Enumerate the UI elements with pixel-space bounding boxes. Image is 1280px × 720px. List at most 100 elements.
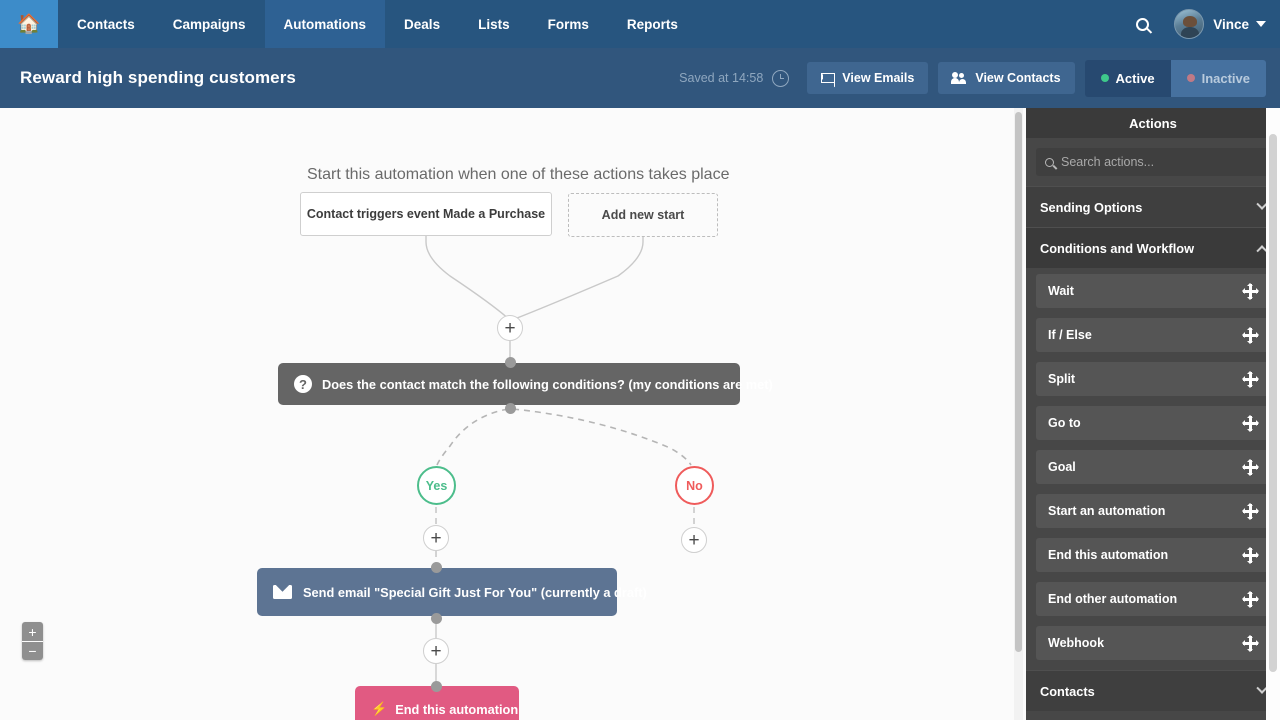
automation-header: Reward high spending customers Saved at … (0, 48, 1280, 108)
add-step-button-no[interactable]: + (681, 527, 707, 553)
question-mark-icon: ? (294, 375, 312, 393)
branch-yes-label: Yes (426, 479, 448, 493)
active-label: Active (1116, 71, 1155, 86)
trigger-node-purchase-label: Contact triggers event Made a Purchase (307, 207, 545, 221)
nav-item-deals[interactable]: Deals (385, 0, 459, 48)
actions-sidebar: Actions Search actions... Sending Option… (1026, 108, 1280, 720)
home-icon: 🏠 (17, 15, 41, 34)
nav-right-group: Vince (1122, 0, 1280, 48)
drag-handle-icon[interactable] (1243, 548, 1258, 563)
action-item-goal[interactable]: Goal (1036, 450, 1270, 484)
add-step-button-main[interactable]: + (497, 315, 523, 341)
action-item-split[interactable]: Split (1036, 362, 1270, 396)
view-emails-label: View Emails (842, 71, 914, 85)
trigger-node-purchase[interactable]: Contact triggers event Made a Purchase (300, 192, 552, 236)
section-contacts[interactable]: Contacts (1026, 670, 1280, 711)
status-toggle-active[interactable]: Active (1085, 60, 1171, 97)
canvas-heading: Start this automation when one of these … (307, 166, 729, 184)
action-item-webhook[interactable]: Webhook (1036, 626, 1270, 660)
search-button[interactable] (1122, 0, 1162, 48)
drag-handle-icon[interactable] (1243, 504, 1258, 519)
action-item-wait-label: Wait (1048, 284, 1074, 298)
view-emails-button[interactable]: View Emails (807, 62, 928, 94)
send-email-node[interactable]: Send email "Special Gift Just For You" (… (257, 568, 617, 616)
drag-handle-icon[interactable] (1243, 460, 1258, 475)
avatar[interactable] (1174, 9, 1204, 39)
zoom-out-label: − (28, 644, 36, 658)
search-actions-placeholder: Search actions... (1061, 155, 1154, 169)
add-new-start-button[interactable]: Add new start (568, 193, 718, 237)
page-title: Reward high spending customers (20, 68, 296, 88)
saved-status: Saved at 14:58 (679, 71, 763, 85)
action-item-end-this-automation-label: End this automation (1048, 548, 1168, 562)
active-status-dot (1101, 74, 1109, 82)
action-item-end-this-automation[interactable]: End this automation (1036, 538, 1270, 572)
nav-item-automations[interactable]: Automations (265, 0, 386, 48)
action-item-end-other-automation-label: End other automation (1048, 592, 1177, 606)
action-item-wait[interactable]: Wait (1036, 274, 1270, 308)
nav-item-forms[interactable]: Forms (529, 0, 608, 48)
search-actions-input[interactable]: Search actions... (1036, 148, 1270, 176)
drag-handle-icon[interactable] (1243, 416, 1258, 431)
nav-item-reports[interactable]: Reports (608, 0, 697, 48)
zoom-in-button[interactable]: + (22, 622, 43, 641)
chevron-down-icon (1256, 21, 1266, 27)
condition-node[interactable]: ? Does the contact match the following c… (278, 363, 740, 405)
branch-no-label: No (686, 479, 703, 493)
send-email-node-label: Send email "Special Gift Just For You" (… (303, 585, 647, 600)
home-button[interactable]: 🏠 (0, 0, 58, 48)
search-icon (1045, 158, 1054, 167)
drag-handle-icon[interactable] (1243, 284, 1258, 299)
action-item-go-to-label: Go to (1048, 416, 1081, 430)
plus-icon: + (688, 532, 699, 549)
node-connector-dot (431, 613, 442, 624)
sidebar-scrollbar[interactable] (1266, 108, 1280, 720)
nav-item-lists[interactable]: Lists (459, 0, 529, 48)
top-navigation-bar: 🏠 Contacts Campaigns Automations Deals L… (0, 0, 1280, 48)
add-new-start-label: Add new start (602, 208, 685, 222)
canvas-scrollbar[interactable] (1014, 108, 1023, 720)
username-label: Vince (1213, 17, 1249, 32)
action-item-webhook-label: Webhook (1048, 636, 1104, 650)
add-step-button-after-email[interactable]: + (423, 638, 449, 664)
sidebar-scrollbar-thumb[interactable] (1269, 134, 1277, 672)
node-connector-dot (505, 357, 516, 368)
drag-handle-icon[interactable] (1243, 372, 1258, 387)
user-menu[interactable]: Vince (1213, 17, 1266, 32)
search-icon (1136, 18, 1149, 31)
status-toggle-group: Active Inactive (1085, 60, 1266, 97)
node-connector-dot (505, 403, 516, 414)
branch-no[interactable]: No (675, 466, 714, 505)
section-sending-options[interactable]: Sending Options (1026, 186, 1280, 227)
drag-handle-icon[interactable] (1243, 328, 1258, 343)
plus-icon: + (430, 530, 441, 547)
plus-icon: + (504, 320, 515, 337)
status-toggle-inactive[interactable]: Inactive (1171, 60, 1266, 97)
automation-canvas[interactable]: Start this automation when one of these … (0, 108, 1026, 720)
node-connector-dot (431, 681, 442, 692)
envelope-icon (273, 585, 292, 599)
section-conditions-and-workflow[interactable]: Conditions and Workflow (1026, 227, 1280, 268)
action-item-start-an-automation-label: Start an automation (1048, 504, 1165, 518)
drag-handle-icon[interactable] (1243, 592, 1258, 607)
action-item-if-else[interactable]: If / Else (1036, 318, 1270, 352)
action-item-if-else-label: If / Else (1048, 328, 1092, 342)
envelope-icon (821, 73, 835, 83)
section-conditions-label: Conditions and Workflow (1040, 241, 1194, 256)
view-contacts-button[interactable]: View Contacts (938, 62, 1074, 94)
section-contacts-label: Contacts (1040, 684, 1095, 699)
plus-icon: + (430, 643, 441, 660)
branch-yes[interactable]: Yes (417, 466, 456, 505)
canvas-scrollbar-thumb[interactable] (1015, 112, 1022, 652)
drag-handle-icon[interactable] (1243, 636, 1258, 651)
zoom-out-button[interactable]: − (22, 641, 43, 660)
history-clock-icon[interactable] (772, 70, 789, 87)
action-item-end-other-automation[interactable]: End other automation (1036, 582, 1270, 616)
inactive-status-dot (1187, 74, 1195, 82)
sidebar-title: Actions (1026, 108, 1280, 138)
action-item-start-an-automation[interactable]: Start an automation (1036, 494, 1270, 528)
add-step-button-yes[interactable]: + (423, 525, 449, 551)
nav-item-campaigns[interactable]: Campaigns (154, 0, 265, 48)
nav-item-contacts[interactable]: Contacts (58, 0, 154, 48)
action-item-go-to[interactable]: Go to (1036, 406, 1270, 440)
